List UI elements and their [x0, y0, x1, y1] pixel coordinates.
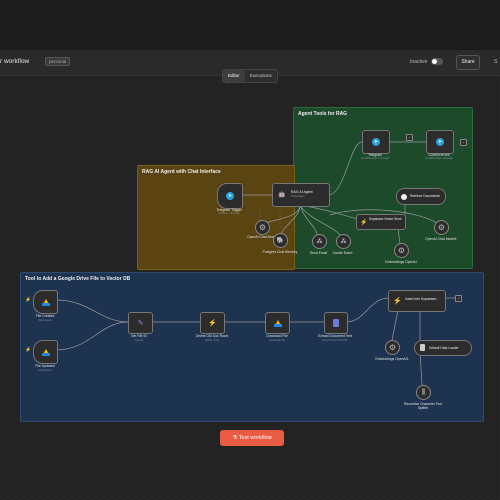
openai-icon: ⚙ [397, 246, 406, 255]
file-created-node[interactable] [33, 290, 58, 314]
text-splitter-label: Recursive Character Text Splitter [403, 402, 442, 410]
file-updated-sub: fileUpdated [38, 369, 52, 372]
openai-icon: ⚙ [437, 223, 446, 232]
google-drive-icon [41, 298, 50, 306]
telegram-node[interactable]: ➤ [362, 130, 390, 154]
set-file-id-label: Set File ID [131, 334, 147, 338]
create-event-label: Create Event [332, 251, 353, 255]
test-workflow-button[interactable]: ⚗ Test workflow [220, 430, 284, 446]
openai-chat-model1-label: OpenAI Chat Model1 [425, 237, 457, 241]
supabase-store-node[interactable]: ⚡ Supabase Vector Store [356, 214, 406, 230]
tool-icon: ⁂ [340, 239, 347, 245]
trigger-bolt-icon: ⚡ [25, 297, 32, 303]
embeddings-openai1-node[interactable]: ⚙ [385, 340, 400, 355]
pencil-icon: ✎ [137, 320, 144, 327]
telegram-trigger-node[interactable]: ➤ [217, 183, 243, 209]
tool-icon: ⁂ [316, 239, 323, 245]
delete-old-doc-rows-sub: delete: rows [205, 339, 219, 342]
connections [55, 141, 455, 386]
telegram-sub: sendMessage: message [360, 157, 390, 160]
extract-text-label: Extract Document Text [317, 334, 353, 338]
retrieve-documents-node[interactable]: Retrieve Documents [396, 188, 446, 205]
download-file-sub: download: file [269, 339, 285, 342]
file-updated-label: File Updated [35, 364, 55, 368]
supabase-icon: ⚡ [208, 320, 217, 327]
telegram-icon: ➤ [372, 138, 380, 146]
delete-old-doc-rows-node[interactable]: ⚡ [200, 312, 225, 334]
ai-agent-sub: Tools Agent [291, 195, 305, 198]
ai-agent-node[interactable]: 🤖 RAG AI Agent Tools Agent [272, 183, 330, 207]
download-file-node[interactable] [265, 312, 290, 334]
split-icon: ⫼ [421, 388, 426, 396]
extract-text-node[interactable] [324, 312, 348, 334]
telegram-trigger-sub: Updates: message [218, 212, 240, 215]
add-output-plus[interactable]: + [406, 134, 413, 141]
insert-supabase-node[interactable]: ⚡ Insert into Supabase... [388, 290, 446, 312]
openai-chat-model-node[interactable]: ⚙ [255, 220, 270, 235]
file-updated-node[interactable] [33, 340, 58, 364]
postgres-icon: 🐘 [276, 237, 285, 244]
add-output-plus[interactable]: + [455, 295, 462, 302]
file-created-label: File Created [35, 314, 55, 318]
download-file-label: Download File [266, 334, 288, 338]
add-output-plus[interactable]: + [460, 139, 467, 146]
google-drive-icon [41, 348, 50, 356]
document-icon [420, 344, 425, 351]
telegram-icon: ➤ [436, 138, 444, 146]
delete-old-doc-rows-label: Delete Old Doc Rows [195, 334, 229, 338]
test-workflow-label: Test workflow [238, 435, 272, 441]
default-data-loader-node[interactable]: Default Data Loader [414, 340, 472, 356]
postgres-memory-node[interactable]: 🐘 [273, 233, 288, 248]
supabase-icon: ⚡ [393, 298, 402, 305]
ai-agent-label: RAG AI Agent [291, 190, 313, 194]
text-splitter-node[interactable]: ⫼ [416, 385, 431, 400]
telegram-icon: ➤ [226, 192, 234, 200]
tool-icon [401, 193, 407, 200]
robot-icon: 🤖 [278, 192, 286, 198]
set-file-id-sub: manual [134, 339, 144, 342]
postgres-memory-label: Postgres Chat Memory [262, 250, 298, 254]
openai-icon: ⚙ [258, 223, 267, 232]
file-created-sub: fileCreated [38, 319, 52, 322]
embeddings-openai1-label: Embeddings OpenAI1 [375, 357, 409, 361]
correct-errors-sub: sendMessage: message [424, 157, 454, 160]
google-drive-icon [273, 319, 282, 327]
create-event-node[interactable]: ⁂ [336, 234, 351, 249]
embeddings-openai-node[interactable]: ⚙ [394, 243, 409, 258]
insert-supabase-label: Insert into Supabase... [405, 297, 439, 301]
embeddings-openai-label: Embeddings OpenAI [385, 260, 417, 264]
openai-chat-model1-node[interactable]: ⚙ [434, 220, 449, 235]
send-email-node[interactable]: ⁂ [312, 234, 327, 249]
default-data-loader-label: Default Data Loader [429, 346, 459, 350]
openai-icon: ⚙ [388, 343, 397, 352]
retrieve-documents-label: Retrieve Documents [410, 194, 440, 198]
set-file-id-node[interactable]: ✎ [128, 312, 153, 334]
supabase-icon: ⚡ [360, 219, 368, 226]
document-icon [333, 319, 339, 327]
supabase-store-label: Supabase Vector Store [369, 217, 402, 221]
trigger-bolt-icon: ⚡ [25, 347, 32, 353]
extract-text-sub: Extract From Text File [322, 339, 348, 342]
correct-errors-node[interactable]: ➤ [426, 130, 454, 154]
